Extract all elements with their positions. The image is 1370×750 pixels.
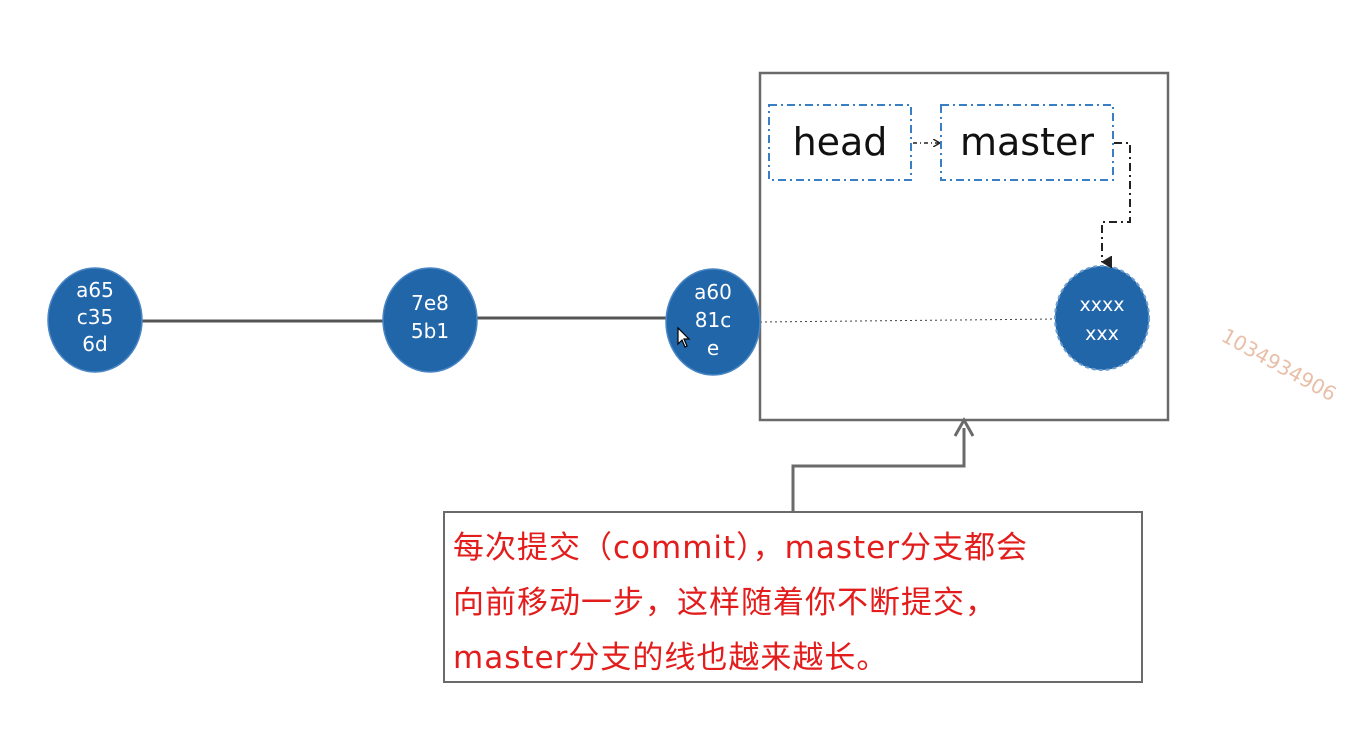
commit-1-line-2: c35 [77, 305, 113, 329]
head-pointer: head [768, 104, 912, 181]
commit-node-3: a60 81c e [665, 268, 761, 376]
commit-2-line-1: 7e8 [411, 291, 449, 315]
head-label: head [793, 120, 888, 164]
commit-3-line-2: 81c [695, 308, 731, 332]
watermark: 1034934906 [1218, 323, 1341, 406]
note-line-2: 向前移动一步，这样随着你不断提交， [453, 585, 997, 621]
explanation-note: 每次提交（commit），master分支都会 向前移动一步，这样随着你不断提交… [443, 511, 1143, 683]
commit-3-line-1: a60 [694, 280, 732, 304]
commit-3-line-3: e [707, 336, 719, 360]
master-pointer: master [940, 104, 1114, 181]
commit-1-line-3: 6d [82, 332, 107, 356]
commit-new-line-2: xxx [1085, 323, 1119, 345]
commit-2-line-2: 5b1 [411, 319, 449, 343]
commit-node-2: 7e8 5b1 [382, 267, 478, 373]
commit-node-1: a65 c35 6d [47, 267, 143, 373]
branch-line-dotted [759, 318, 1057, 323]
master-label: master [960, 120, 1094, 164]
note-line-1: 每次提交（commit），master分支都会 [453, 530, 1028, 566]
note-line-3: master分支的线也越来越长。 [453, 640, 889, 676]
commit-new-line-1: xxxx [1080, 294, 1125, 316]
commit-1-line-1: a65 [76, 278, 114, 302]
commit-node-new: xxxx xxx [1054, 265, 1150, 371]
callout-connector [791, 428, 966, 511]
